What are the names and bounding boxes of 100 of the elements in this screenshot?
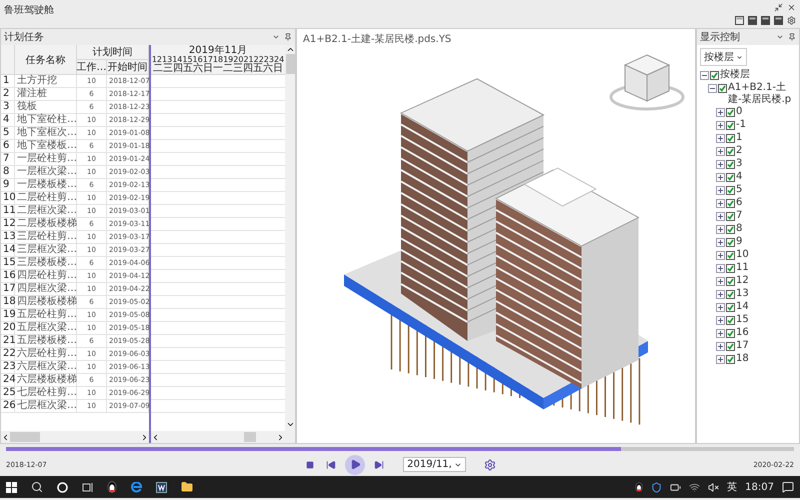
- clock[interactable]: 18:07: [745, 482, 774, 492]
- tree-item-label[interactable]: 6: [736, 197, 742, 209]
- checkbox[interactable]: [710, 71, 719, 80]
- battery-icon[interactable]: [670, 482, 682, 492]
- expand-icon[interactable]: [716, 225, 725, 234]
- scrollbar-thumb[interactable]: [286, 54, 294, 74]
- tree-item-label[interactable]: 3: [736, 158, 742, 170]
- layout-icon[interactable]: [735, 16, 744, 25]
- expand-icon[interactable]: [716, 316, 725, 325]
- checkbox[interactable]: [726, 303, 735, 312]
- column-header[interactable]: 任务名称: [15, 45, 77, 75]
- tree-item-label[interactable]: 17: [736, 340, 749, 352]
- checkbox[interactable]: [726, 160, 735, 169]
- expand-icon[interactable]: [716, 251, 725, 260]
- layout-icon[interactable]: [774, 16, 783, 25]
- checkbox[interactable]: [726, 264, 735, 273]
- checkbox[interactable]: [726, 355, 735, 364]
- close-icon[interactable]: [787, 3, 796, 12]
- expand-icon[interactable]: [716, 160, 725, 169]
- browser-icon[interactable]: [131, 482, 142, 492]
- scrollbar-thumb[interactable]: [244, 432, 256, 442]
- scroll-left-icon[interactable]: [1, 432, 10, 442]
- settings-button[interactable]: [482, 458, 497, 472]
- scroll-right-icon[interactable]: [140, 432, 149, 442]
- expand-icon[interactable]: [716, 290, 725, 299]
- checkbox[interactable]: [726, 186, 735, 195]
- notification-icon[interactable]: [782, 481, 794, 493]
- checkbox[interactable]: [726, 108, 735, 117]
- circle-icon[interactable]: [57, 482, 68, 492]
- checkbox[interactable]: [726, 212, 735, 221]
- checkbox[interactable]: [726, 199, 735, 208]
- tree-item-label[interactable]: 15: [736, 314, 749, 326]
- settings-icon[interactable]: [787, 16, 796, 25]
- folder-icon[interactable]: [181, 481, 193, 493]
- tree-item-label[interactable]: 7: [736, 210, 742, 222]
- scroll-down-icon[interactable]: [286, 420, 294, 429]
- scroll-left-icon[interactable]: [151, 432, 160, 442]
- tree-item-label[interactable]: -1: [736, 119, 746, 131]
- expand-icon[interactable]: [716, 134, 725, 143]
- windows-start-icon[interactable]: [6, 482, 17, 492]
- tree-item-label[interactable]: 5: [736, 184, 742, 196]
- layout-icon[interactable]: [761, 16, 770, 25]
- shield-icon[interactable]: [651, 482, 662, 492]
- tree-item-label[interactable]: 9: [736, 236, 742, 248]
- tree-item-label[interactable]: 11: [736, 262, 749, 274]
- checkbox[interactable]: [718, 84, 727, 93]
- tree-item-label[interactable]: 2: [736, 145, 742, 157]
- dropdown-icon[interactable]: [272, 33, 280, 41]
- expand-icon[interactable]: [716, 186, 725, 195]
- tree-item-label[interactable]: 1: [736, 132, 742, 144]
- checkbox[interactable]: [726, 147, 735, 156]
- input-method[interactable]: 英: [727, 480, 738, 494]
- tree-item-label[interactable]: 16: [736, 327, 749, 339]
- collapse-icon[interactable]: [708, 84, 717, 93]
- tree-item-label[interactable]: 10: [736, 249, 749, 261]
- pin-icon[interactable]: [284, 33, 292, 41]
- checkbox[interactable]: [726, 277, 735, 286]
- expand-icon[interactable]: [716, 238, 725, 247]
- column-header[interactable]: 工作…: [77, 60, 107, 75]
- checkbox[interactable]: [726, 134, 735, 143]
- date-select[interactable]: 2019/11,: [403, 457, 466, 472]
- expand-icon[interactable]: [716, 277, 725, 286]
- dropdown-icon[interactable]: [776, 33, 784, 41]
- expand-icon[interactable]: [716, 264, 725, 273]
- penguin-icon[interactable]: [635, 482, 644, 492]
- checkbox[interactable]: [726, 290, 735, 299]
- expand-icon[interactable]: [716, 342, 725, 351]
- layout-icon[interactable]: [748, 16, 757, 25]
- task-view-icon[interactable]: [82, 482, 93, 492]
- tree-item-label[interactable]: 14: [736, 301, 749, 313]
- checkbox[interactable]: [726, 121, 735, 130]
- timeline-track[interactable]: [6, 447, 794, 451]
- scrollbar-thumb[interactable]: [10, 432, 40, 442]
- column-header[interactable]: 开始时间: [107, 60, 149, 75]
- expand-icon[interactable]: [716, 147, 725, 156]
- checkbox[interactable]: [726, 173, 735, 182]
- play-button[interactable]: [345, 454, 366, 474]
- expand-icon[interactable]: [716, 121, 725, 130]
- checkbox[interactable]: [726, 329, 735, 338]
- expand-icon[interactable]: [716, 329, 725, 338]
- tree-item-label[interactable]: 8: [736, 223, 742, 235]
- expand-icon[interactable]: [716, 303, 725, 312]
- penguin-icon[interactable]: [107, 481, 117, 493]
- checkbox[interactable]: [726, 316, 735, 325]
- muted-speaker-icon[interactable]: [708, 482, 720, 492]
- scroll-up-icon[interactable]: [286, 45, 294, 54]
- expand-icon[interactable]: [716, 212, 725, 221]
- search-icon[interactable]: [31, 481, 43, 493]
- app-icon[interactable]: [156, 482, 167, 492]
- scroll-right-icon[interactable]: [276, 432, 285, 442]
- expand-icon[interactable]: [716, 355, 725, 364]
- checkbox[interactable]: [726, 238, 735, 247]
- checkbox[interactable]: [726, 251, 735, 260]
- restore-icon[interactable]: [774, 3, 783, 12]
- tree-item-label[interactable]: 按楼层: [720, 69, 750, 81]
- checkbox[interactable]: [726, 342, 735, 351]
- expand-icon[interactable]: [716, 199, 725, 208]
- tree-item-label[interactable]: A1+B2.1-土建-某居民楼.p: [728, 82, 799, 106]
- collapse-icon[interactable]: [700, 71, 709, 80]
- tree-item-label[interactable]: 12: [736, 275, 749, 287]
